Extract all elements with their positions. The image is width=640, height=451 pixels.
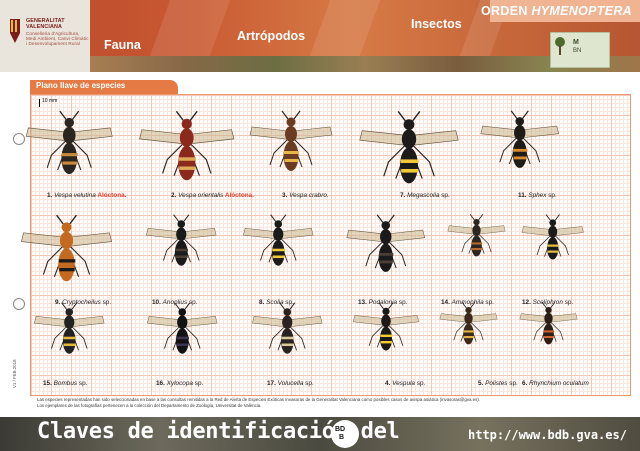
insect-icon <box>249 110 333 171</box>
insect-icon <box>20 214 112 282</box>
insect-icon <box>145 214 217 266</box>
bdb-logo-bottom: B <box>339 434 345 441</box>
insect-icon <box>346 214 426 272</box>
plate-tab: Plano llave de especies <box>30 80 178 94</box>
specimen-17 <box>517 301 580 357</box>
specimen-caption: 17. Volucella sp. <box>267 380 314 387</box>
crumb-insectos: Insectos <box>411 17 462 31</box>
specimen-suffix: sp. <box>77 380 88 387</box>
specimen-1 <box>22 109 117 193</box>
alien-species-badge: Alóctona. <box>95 192 127 199</box>
footnote-2: Los ejemplares de las fotografías perten… <box>37 403 262 409</box>
logo-line-2: VALENCIANA <box>26 24 62 30</box>
plate-tab-label: Plano llave de especies <box>36 81 126 90</box>
insect-icon <box>146 302 218 354</box>
specimen-10 <box>445 213 508 269</box>
museum-line-1: M <box>573 39 579 46</box>
specimen-name: Xylocopa <box>166 380 193 387</box>
specimen-5 <box>477 109 563 185</box>
specimen-9 <box>343 213 429 289</box>
specimen-name: Vespula <box>392 380 415 387</box>
specimen-suffix: sp. <box>192 380 204 387</box>
insect-icon <box>359 110 459 184</box>
specimen-13 <box>144 301 221 369</box>
specimen-name: Megascolia <box>407 192 440 199</box>
specimen-caption: 2. Vespa orientalis Alóctona. <box>171 192 254 199</box>
specimen-number: 16. <box>156 380 167 387</box>
insect-icon <box>251 302 323 354</box>
header-photo-strip <box>0 56 640 72</box>
specimen-suffix: sp. <box>546 192 557 199</box>
specimen-caption: 1. Vespa velutina Alóctona. <box>47 192 126 199</box>
specimen-16 <box>437 301 500 357</box>
specimen-caption: 3. Vespa crabro. <box>282 192 329 199</box>
orden-prefix: ORDEN <box>481 4 528 18</box>
specimen-suffix: sp. <box>507 380 518 387</box>
specimen-number: 15. <box>43 380 54 387</box>
insect-icon <box>480 110 560 168</box>
specimen-name: Sphex <box>528 192 547 199</box>
insect-icon <box>352 302 420 351</box>
specimen-name: Polistes <box>485 380 508 387</box>
scale-label: 10 mm <box>42 98 58 104</box>
version-label: V1 / FEB.2018 <box>12 359 17 388</box>
insect-icon <box>242 214 314 266</box>
museum-line-2: BN <box>573 48 582 54</box>
specimen-caption: 7. Megascolia sp. <box>400 192 450 199</box>
insect-icon <box>447 214 505 257</box>
specimen-8 <box>240 213 317 281</box>
specimen-name: Vespa orientalis <box>178 192 224 199</box>
logo-sub-line-3: i Desenvolupament Rural <box>26 41 80 46</box>
specimen-12 <box>31 301 108 369</box>
specimen-name: Volucella <box>277 380 304 387</box>
specimen-name: Bombus <box>53 380 78 387</box>
orden-title: ORDEN HYMENOPTERA <box>481 4 632 18</box>
bdb-logo-top: BD <box>335 426 346 433</box>
specimen-suffix: sp. <box>414 380 426 387</box>
scale-bar <box>39 99 40 107</box>
specimen-name: Vespa crabro. <box>289 192 329 199</box>
orden-name: HYMENOPTERA <box>531 4 632 18</box>
insect-icon <box>439 302 497 345</box>
specimen-3 <box>246 109 336 189</box>
specimen-name: Rhynchium oculatum <box>529 380 589 387</box>
website-link[interactable]: http://www.bdb.gva.es/ <box>468 428 627 442</box>
specimen-caption: 16. Xylocopa sp. <box>156 380 203 387</box>
specimen-7 <box>143 213 220 281</box>
insect-icon <box>25 110 113 175</box>
specimen-2 <box>135 109 239 201</box>
insect-icon <box>139 110 235 181</box>
specimen-11 <box>519 213 587 273</box>
specimen-14 <box>249 301 326 369</box>
insect-icon <box>521 214 585 260</box>
crumb-artropodos: Artrópodos <box>237 29 306 43</box>
specimen-caption: 4. Vespula sp. <box>385 380 425 387</box>
specimen-caption: 11. Sphex sp. <box>518 192 557 199</box>
tree-icon <box>555 37 565 55</box>
insect-icon <box>33 302 105 354</box>
museum-logo: M BN <box>550 32 610 68</box>
bdb-logo: BD B <box>331 420 359 448</box>
specimen-number: 11. <box>518 192 529 199</box>
insect-icon <box>519 302 577 345</box>
footnotes: Las especies representadas han sido sele… <box>37 397 480 409</box>
specimen-6 <box>17 213 116 301</box>
specimen-suffix: sp. <box>303 380 314 387</box>
specimen-caption: 15. Bombus sp. <box>43 380 87 387</box>
specimen-15 <box>350 301 422 365</box>
specimen-4 <box>355 109 463 205</box>
specimen-name: Vespa velutina <box>54 192 96 199</box>
specimen-suffix: sp. <box>439 192 450 199</box>
crumb-fauna: Fauna <box>104 38 141 52</box>
specimen-caption: 5. Polistes sp. <box>478 380 518 387</box>
specimen-number: 17. <box>267 380 278 387</box>
generalitat-logo: GENERALITAT VALENCIANA Conselleria d'Agr… <box>0 0 90 72</box>
alien-species-badge: Alóctona. <box>223 192 254 199</box>
coat-of-arms-icon <box>10 19 20 43</box>
specimen-plate: 10 mm 1. Vespa velutina Alóctona. 2. Vesp… <box>20 94 631 396</box>
identification-sheet: GENERALITAT VALENCIANA Conselleria d'Agr… <box>0 0 640 451</box>
specimen-caption: 6. Rhynchium oculatum <box>522 380 589 387</box>
